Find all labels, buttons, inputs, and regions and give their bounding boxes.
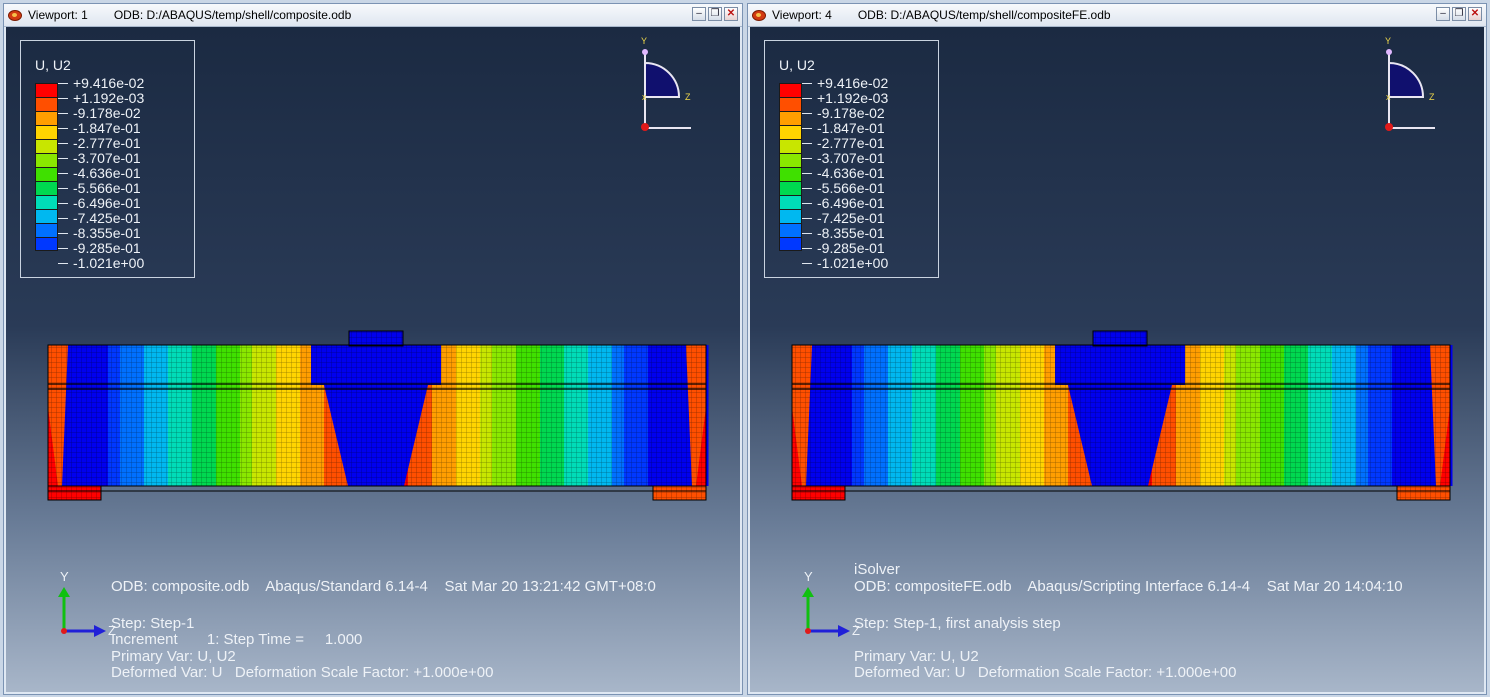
deformed-var-info: Deformed Var: U Deformation Scale Factor… bbox=[111, 664, 494, 681]
viewport-4-canvas[interactable]: U, U2 +9.416e-02 +1.192e-03 -9.178e-02 -1.8… bbox=[750, 27, 1484, 692]
odb-info: ODB: composite.odb Abaqus/Standard 6.14-… bbox=[111, 578, 656, 595]
viewport-1-titlebar[interactable]: Viewport: 1 ODB: D:/ABAQUS/temp/shell/co… bbox=[4, 4, 742, 27]
viewport-1-canvas[interactable]: U, U2 +9.416e-02 +1.192e-03 -9.178e-02 -1.8… bbox=[6, 27, 740, 692]
odb-path: ODB: D:/ABAQUS/temp/shell/composite.odb bbox=[113, 8, 352, 22]
odb-info: ODB: compositeFE.odb Abaqus/Scripting In… bbox=[854, 578, 1403, 595]
svg-text:Z: Z bbox=[852, 623, 860, 638]
viewport-title: Viewport: 1 bbox=[28, 8, 88, 22]
increment-info: Increment 1: Step Time = 1.000 bbox=[111, 631, 363, 648]
viewport-4-titlebar[interactable]: Viewport: 4 ODB: D:/ABAQUS/temp/shell/co… bbox=[748, 4, 1486, 27]
minimize-button[interactable]: – bbox=[1436, 7, 1450, 21]
restore-button[interactable]: ❐ bbox=[1452, 7, 1466, 21]
close-button[interactable]: ✕ bbox=[1468, 7, 1482, 21]
close-button[interactable]: ✕ bbox=[724, 7, 738, 21]
step-info: Step: Step-1, first analysis step bbox=[854, 615, 1061, 632]
viewport-title: Viewport: 4 bbox=[772, 8, 832, 22]
svg-text:Y: Y bbox=[804, 569, 813, 584]
deformed-var-info: Deformed Var: U Deformation Scale Factor… bbox=[854, 664, 1237, 681]
abaqus-viewport-icon bbox=[8, 10, 22, 21]
abaqus-viewport-icon bbox=[752, 10, 766, 21]
csys-triad-icon: Y Z bbox=[58, 569, 116, 638]
viewport-4[interactable]: Viewport: 4 ODB: D:/ABAQUS/temp/shell/co… bbox=[747, 3, 1487, 695]
svg-text:Y: Y bbox=[60, 569, 69, 584]
restore-button[interactable]: ❐ bbox=[708, 7, 722, 21]
odb-path: ODB: D:/ABAQUS/temp/shell/compositeFE.od… bbox=[857, 8, 1111, 22]
csys-triad-icon: Y Z bbox=[802, 569, 860, 638]
svg-text:Z: Z bbox=[108, 623, 116, 638]
viewport-1[interactable]: Viewport: 1 ODB: D:/ABAQUS/temp/shell/co… bbox=[3, 3, 743, 695]
minimize-button[interactable]: – bbox=[692, 7, 706, 21]
